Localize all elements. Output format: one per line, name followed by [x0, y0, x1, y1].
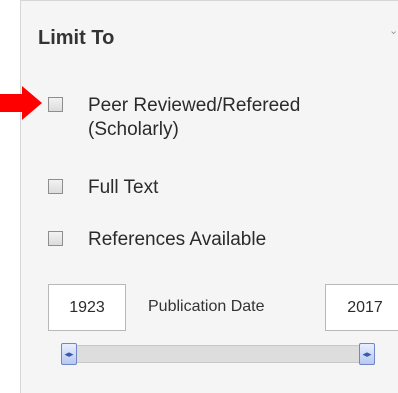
full-text-checkbox[interactable] — [48, 179, 63, 194]
peer-reviewed-label[interactable]: Peer Reviewed/Refereed (Scholarly) — [88, 94, 378, 142]
publication-date-slider-track[interactable] — [61, 345, 371, 363]
publication-date-start-input[interactable]: 1923 — [48, 284, 126, 331]
references-available-option[interactable]: References Available — [48, 228, 266, 252]
panel-title: Limit To — [38, 27, 115, 49]
full-text-option[interactable]: Full Text — [48, 176, 158, 200]
publication-date-label: Publication Date — [148, 298, 265, 315]
chevron-down-icon[interactable]: ⌄ — [389, 25, 398, 37]
peer-reviewed-checkbox[interactable] — [48, 97, 63, 112]
publication-date-end-input[interactable]: 2017 — [325, 284, 398, 331]
red-pointer-arrow-icon — [0, 86, 42, 120]
slider-end-handle[interactable]: ◂▸ — [359, 343, 375, 365]
screenshot-stage: Limit To ⌄ Peer Reviewed/Refereed (Schol… — [0, 0, 398, 393]
limit-to-panel: Limit To ⌄ Peer Reviewed/Refereed (Schol… — [20, 0, 398, 393]
peer-reviewed-option[interactable]: Peer Reviewed/Refereed (Scholarly) — [48, 94, 378, 142]
slider-start-handle[interactable]: ◂▸ — [61, 343, 77, 365]
references-available-checkbox[interactable] — [48, 231, 63, 246]
full-text-label[interactable]: Full Text — [88, 176, 158, 200]
references-available-label[interactable]: References Available — [88, 228, 266, 252]
